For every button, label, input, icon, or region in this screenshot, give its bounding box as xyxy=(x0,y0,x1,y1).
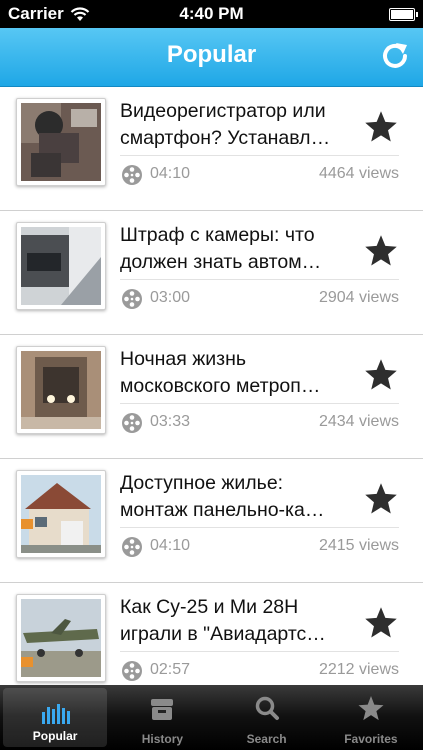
tab-popular[interactable]: Popular xyxy=(3,688,108,747)
video-thumbnail xyxy=(16,222,106,310)
video-title[interactable]: Доступное жилье: монтаж панельно-ка… xyxy=(120,470,355,524)
video-views: 2434 views xyxy=(318,413,399,430)
video-duration: 02:57 xyxy=(150,661,191,678)
video-list-item[interactable]: Доступное жилье: монтаж панельно-ка… 04:… xyxy=(0,459,423,583)
film-reel-icon xyxy=(122,289,142,309)
video-duration: 04:10 xyxy=(150,165,191,182)
video-title[interactable]: Видеорегистратор или смартфон? Устанавл… xyxy=(120,98,355,152)
video-views: 2212 views xyxy=(318,661,399,678)
video-duration: 03:33 xyxy=(150,413,191,430)
tab-label: Search xyxy=(246,732,287,746)
favorite-star-icon[interactable] xyxy=(363,233,399,269)
tab-label: Popular xyxy=(32,729,78,743)
video-views: 2415 views xyxy=(318,537,399,554)
tab-favorites[interactable]: Favorites xyxy=(319,685,423,750)
video-list-item[interactable]: Штраф с камеры: что должен знать автом… … xyxy=(0,211,423,335)
battery-icon xyxy=(389,8,418,21)
video-duration: 03:00 xyxy=(150,289,191,306)
video-title[interactable]: Ночная жизнь московского метроп… xyxy=(120,346,355,400)
row-divider xyxy=(120,527,399,528)
favorite-star-icon[interactable] xyxy=(363,357,399,393)
refresh-icon[interactable] xyxy=(379,40,411,72)
favorite-star-icon[interactable] xyxy=(363,481,399,517)
film-reel-icon xyxy=(122,537,142,557)
video-list[interactable]: Видеорегистратор или смартфон? Устанавл…… xyxy=(0,87,423,685)
search-icon xyxy=(255,696,279,720)
tab-history[interactable]: History xyxy=(110,685,214,750)
page-title: Popular xyxy=(166,41,257,68)
bar-chart-icon xyxy=(42,704,71,724)
video-title[interactable]: Как Су-25 и Ми 28Н играли в "Авиадартс… xyxy=(120,594,355,648)
video-list-item[interactable]: Как Су-25 и Ми 28Н играли в "Авиадартс… … xyxy=(0,583,423,685)
video-views: 4464 views xyxy=(318,165,399,182)
film-reel-icon xyxy=(122,661,142,681)
video-thumbnail xyxy=(16,470,106,558)
video-thumbnail xyxy=(16,98,106,186)
video-title[interactable]: Штраф с камеры: что должен знать автом… xyxy=(120,222,355,276)
video-list-item[interactable]: Ночная жизнь московского метроп… 03:33 2… xyxy=(0,335,423,459)
row-divider xyxy=(120,651,399,652)
history-box-icon xyxy=(151,699,174,720)
row-divider xyxy=(120,155,399,156)
film-reel-icon xyxy=(122,413,142,433)
tab-bar: Popular History Search Favorites xyxy=(0,685,423,750)
video-thumbnail xyxy=(16,594,106,682)
status-bar: Carrier 4:40 PM xyxy=(0,0,423,28)
tab-search[interactable]: Search xyxy=(215,685,319,750)
video-duration: 04:10 xyxy=(150,537,191,554)
navigation-bar: Popular xyxy=(0,28,423,87)
video-thumbnail xyxy=(16,346,106,434)
video-list-item[interactable]: Видеорегистратор или смартфон? Устанавл…… xyxy=(0,87,423,211)
status-time: 4:40 PM xyxy=(179,4,244,23)
favorite-star-icon[interactable] xyxy=(363,109,399,145)
row-divider xyxy=(120,279,399,280)
star-icon xyxy=(358,696,384,721)
video-views: 2904 views xyxy=(318,289,399,306)
tab-label: Favorites xyxy=(344,732,398,746)
favorite-star-icon[interactable] xyxy=(363,605,399,641)
film-reel-icon xyxy=(122,165,142,185)
tab-label: History xyxy=(141,732,184,746)
row-divider xyxy=(120,403,399,404)
